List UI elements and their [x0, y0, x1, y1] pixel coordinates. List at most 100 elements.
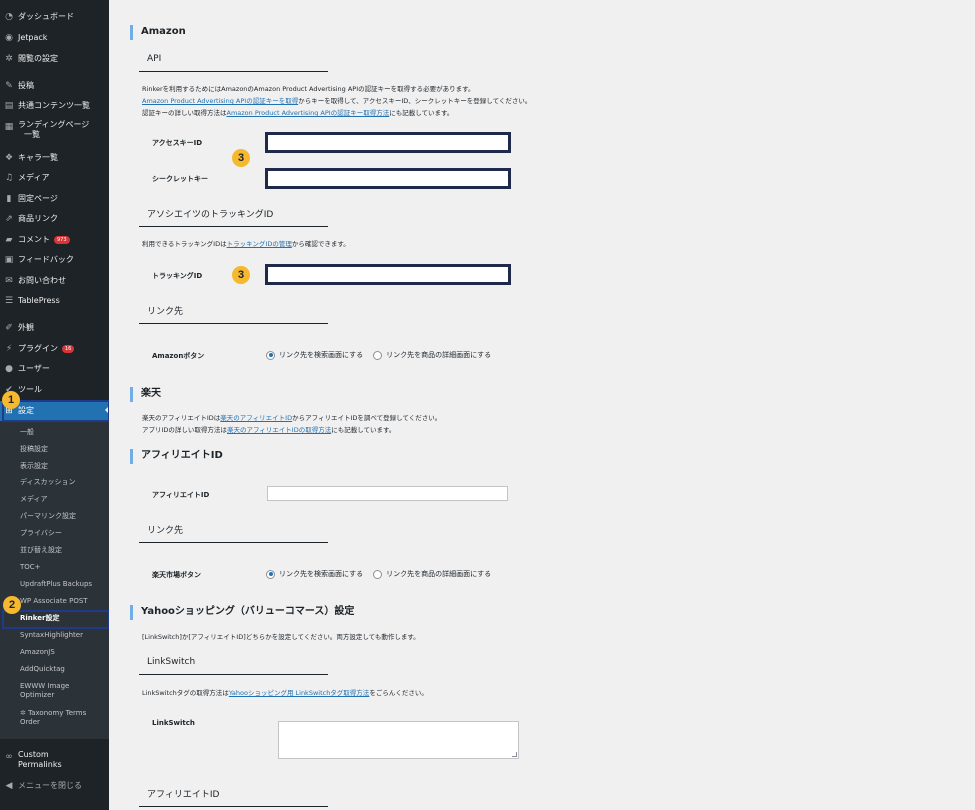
sidebar-item-appearance[interactable]: ✐ 外観 [0, 319, 109, 337]
rakuten-affiliate-input[interactable] [267, 486, 508, 501]
sidebar-item-product-links[interactable]: ⇗ 商品リンク [0, 210, 109, 228]
sidebar-item-landing-pages[interactable]: ▦ ランディングページ 一覧 [0, 118, 109, 144]
pin-icon: ✎ [5, 81, 13, 91]
textarea-resize-handle[interactable] [512, 752, 517, 757]
submenu-addquicktag[interactable]: AddQuicktag [0, 665, 109, 674]
sidebar-item-pages[interactable]: ▮ 固定ページ [0, 190, 109, 208]
submenu-taxonomy-terms-order[interactable]: ✲ Taxonomy Terms Order [0, 709, 109, 727]
sidebar-item-custom-permalinks[interactable]: ∞ Custom Permalinks [0, 748, 109, 772]
taxonomy-label-line2: Order [20, 718, 40, 726]
collapse-menu-button[interactable]: ◀ メニューを閉じる [0, 777, 109, 795]
submenu-reading[interactable]: 表示設定 [0, 462, 109, 471]
rakuten-affiliate-guide-link[interactable]: 楽天のアフィリエイトIDの取得方法 [227, 426, 331, 434]
sidebar-item-common-content[interactable]: ▤ 共通コンテンツ一覧 [0, 97, 109, 115]
tracking-desc-pre: 利用できるトラッキングIDは [142, 240, 227, 248]
gear-icon: ✲ [5, 54, 13, 64]
rakuten-radio-search[interactable] [266, 569, 275, 579]
rakuten-button-label: 楽天市場ボタン [152, 571, 201, 579]
rakuten-desc1-pre: 楽天のアフィリエイトIDは [142, 414, 221, 422]
linkswitch-guide-link[interactable]: Yahooショッピング用 LinkSwitchタグ取得方法 [229, 689, 370, 697]
amazon-key-guide-link[interactable]: Amazon Product Advertising APIの認証キー取得方法 [227, 109, 390, 117]
settings-submenu: 一般 投稿設定 表示設定 ディスカッション メディア パーマリンク設定 プライバ… [0, 421, 109, 739]
tracking-id-input[interactable] [265, 264, 511, 285]
dashboard-icon: ◔ [5, 12, 13, 22]
amazon-api-key-link[interactable]: Amazon Product Advertising APIの認証キーを取得 [142, 97, 298, 105]
amazon-link-subsection-title: リンク先 [147, 307, 184, 317]
sidebar-item-media[interactable]: ♫ メディア [0, 169, 109, 187]
amazon-link-radio-group: リンク先を検索画面にする リンク先を商品の詳細画面にする [266, 350, 491, 360]
rakuten-link-radio-group: リンク先を検索画面にする リンク先を商品の詳細画面にする [266, 569, 491, 579]
rakuten-affiliate-label: アフィリエイトID [152, 491, 210, 499]
submenu-toc[interactable]: TOC+ [0, 563, 109, 572]
step-badge-2: 2 [3, 596, 21, 614]
submenu-writing[interactable]: 投稿設定 [0, 445, 109, 454]
sidebar-item-tablepress[interactable]: ☰ TablePress [0, 292, 109, 310]
rakuten-desc2-pre: アプリIDの詳しい取得方法は [142, 426, 227, 434]
sidebar-item-comments[interactable]: ▰ コメント 973 [0, 231, 109, 249]
amazon-desc-line2: Amazon Product Advertising APIの認証キーを取得から… [142, 95, 531, 107]
sidebar-item-feedback[interactable]: ▣ フィードバック [0, 251, 109, 269]
yahoo-affiliate-subsection-title: アフィリエイトID [147, 790, 220, 800]
rakuten-radio-search-label: リンク先を検索画面にする [279, 570, 364, 578]
document-icon: ▤ [4, 101, 14, 111]
linkswitch-description: LinkSwitchタグの取得方法はYahooショッピング用 LinkSwitc… [142, 687, 428, 699]
submenu-media[interactable]: メディア [0, 495, 109, 504]
submenu-discussion[interactable]: ディスカッション [0, 478, 109, 487]
submenu-ewww-image-optimizer[interactable]: EWWW Image Optimizer [0, 682, 109, 700]
sidebar-item-users[interactable]: ● ユーザー [0, 360, 109, 378]
taxonomy-icon: ✲ [20, 709, 29, 717]
access-key-input[interactable] [265, 132, 511, 153]
amazon-desc-line1: Rinkerを利用するためにはAmazonのAmazon Product Adv… [142, 85, 475, 93]
linkswitch-desc-post: をごらんください。 [369, 689, 428, 697]
sidebar-item-plugins[interactable]: ⚡ プラグイン 16 [0, 340, 109, 358]
yahoo-affiliate-title-underline [139, 806, 328, 807]
main-content: Amazon API Rinkerを利用するためにはAmazonのAmazon … [109, 0, 975, 810]
tracking-title-underline [139, 226, 328, 227]
amazon-desc-line3-pre: 認証キーの詳しい取得方法は [142, 109, 227, 117]
amazon-button-label: Amazonボタン [152, 352, 205, 360]
submenu-general[interactable]: 一般 [0, 428, 109, 437]
sidebar-item-reading-settings[interactable]: ✲ 閲覧の設定 [0, 50, 109, 68]
submenu-syntaxhighlighter[interactable]: SyntaxHighlighter [0, 631, 109, 640]
amazon-radio-search-label: リンク先を検索画面にする [279, 351, 364, 359]
characters-icon: ❖ [4, 153, 14, 163]
rakuten-link-subsection-title: リンク先 [147, 526, 184, 536]
feedback-icon: ▣ [4, 255, 14, 265]
submenu-privacy[interactable]: プライバシー [0, 529, 109, 538]
secret-key-input[interactable] [265, 168, 511, 189]
linkswitch-textarea[interactable] [278, 721, 519, 759]
comment-count-badge: 973 [54, 236, 70, 244]
link-icon: ⇗ [5, 214, 13, 224]
yahoo-description: [LinkSwitch]か[アフィリエイトID]どちらかを設定してください。両方… [142, 633, 420, 641]
rakuten-section-title: 楽天 [130, 387, 161, 402]
tracking-id-label: トラッキングID [152, 272, 203, 280]
plugin-update-badge: 16 [62, 345, 75, 353]
sidebar-item-dashboard[interactable]: ◔ ダッシュボード [0, 8, 109, 26]
rakuten-affiliate-id-link[interactable]: 楽天のアフィリエイトID [220, 414, 292, 422]
rakuten-radio-detail[interactable] [373, 569, 383, 579]
plugin-icon: ⚡ [5, 344, 13, 354]
sidebar-item-characters[interactable]: ❖ キャラ一覧 [0, 149, 109, 167]
amazon-radio-detail[interactable] [373, 350, 383, 360]
brush-icon: ✐ [5, 323, 13, 333]
amazon-section-title: Amazon [130, 25, 186, 40]
submenu-sort-settings[interactable]: 並び替え設定 [0, 546, 109, 555]
submenu-updraftplus[interactable]: UpdraftPlus Backups [0, 580, 109, 589]
ewww-label-line1: EWWW Image [20, 682, 70, 690]
rinker-highlight-box [2, 610, 110, 629]
collapse-arrow-icon: ◀ [5, 781, 13, 791]
submenu-amazonjs[interactable]: AmazonJS [0, 648, 109, 657]
amazon-radio-search[interactable] [266, 350, 275, 360]
tracking-id-manage-link[interactable]: トラッキングIDの管理 [227, 240, 292, 248]
rakuten-desc2-post: にも記載しています。 [331, 426, 396, 434]
amazon-api-description: Rinkerを利用するためにはAmazonのAmazon Product Adv… [142, 83, 531, 119]
submenu-permalinks[interactable]: パーマリンク設定 [0, 512, 109, 521]
sidebar-item-contact[interactable]: ✉ お問い合わせ [0, 272, 109, 290]
amazon-radio-detail-label: リンク先を商品の詳細画面にする [386, 351, 492, 359]
rakuten-desc1-post: からアフィリエイトIDを調べて登録してください。 [292, 414, 442, 422]
mail-icon: ✉ [5, 276, 13, 286]
sidebar-item-jetpack[interactable]: ◉ Jetpack [0, 29, 109, 47]
sidebar-item-posts[interactable]: ✎ 投稿 [0, 77, 109, 95]
api-subsection-title: API [147, 54, 162, 64]
linkswitch-desc-pre: LinkSwitchタグの取得方法は [142, 689, 229, 697]
